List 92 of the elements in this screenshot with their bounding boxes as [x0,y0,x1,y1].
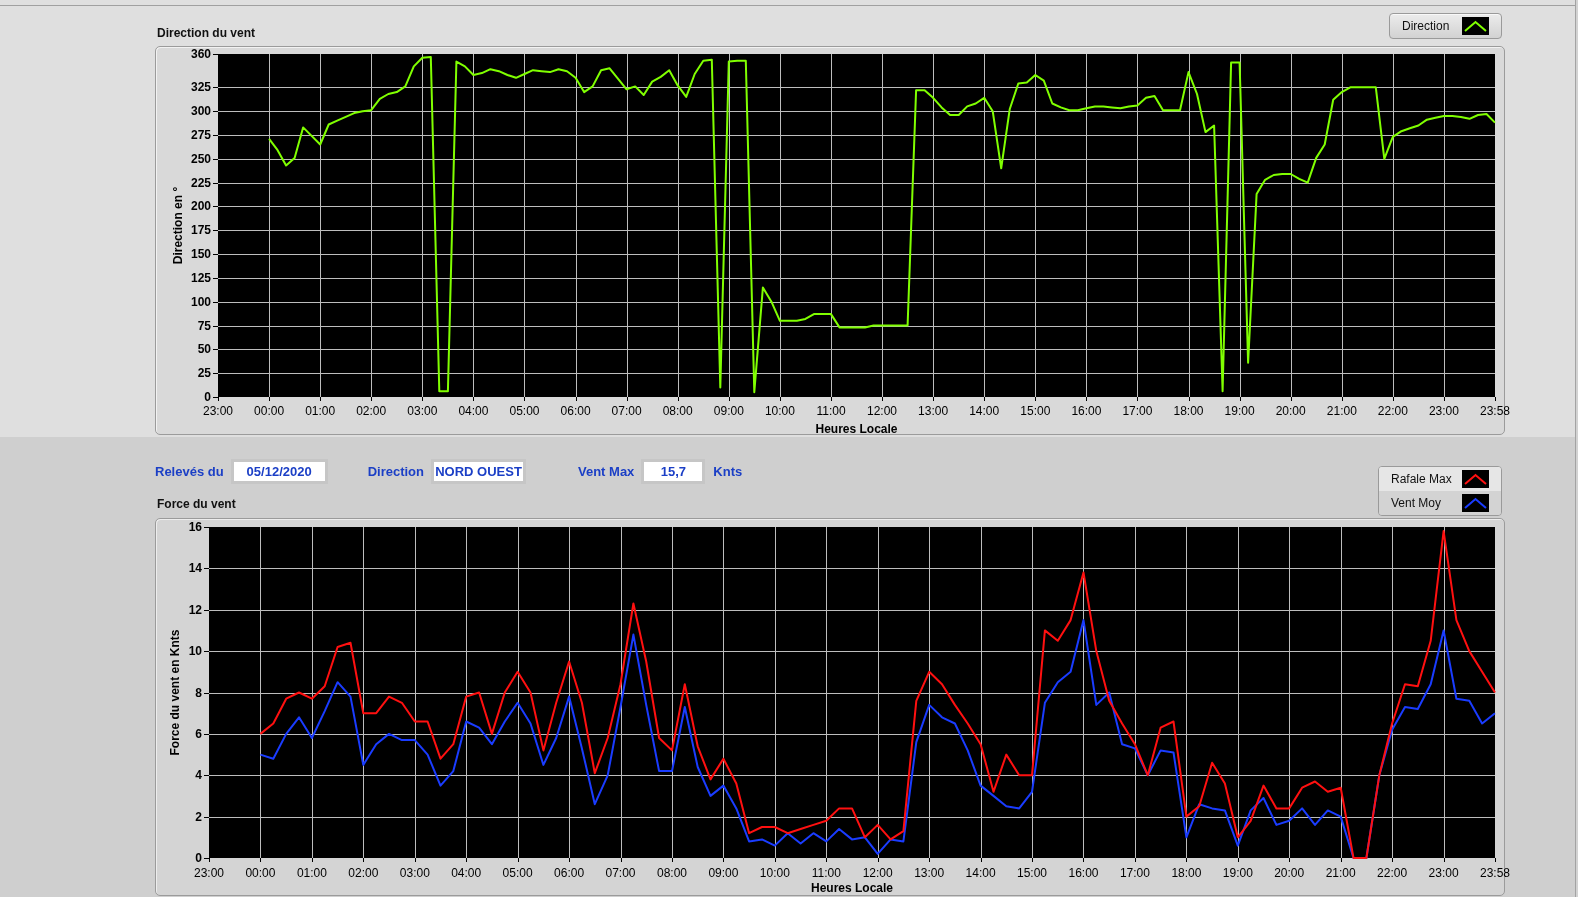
axis-tick-label: 75 [197,318,211,333]
axis-tick-label: 06:00 [554,866,585,880]
axis-tick-label: 25 [197,366,211,381]
axis-tick-label: 07:00 [605,866,636,880]
axis-tick-label: 02:00 [348,866,379,880]
axis-tick-label: 04:00 [458,404,489,418]
axis-tick-label: 17:00 [1119,866,1150,880]
axis-tick-label: 08:00 [657,866,687,880]
axis-tick-label: 23:00 [194,866,224,880]
axis-title: Heures Locale [811,881,893,895]
axis-tick-label: 05:00 [502,866,533,880]
axis-tick-label: 10:00 [764,404,795,418]
axis-tick-label: 13:00 [914,866,945,880]
legend-label: Vent Moy [1391,495,1442,512]
axis-title: Force du vent en Knts [168,629,182,756]
axis-tick-label: 8 [195,685,202,700]
axis-tick-label: 360 [190,47,211,61]
axis-tick-label: 22:00 [1377,866,1408,880]
axis-tick-label: 14:00 [965,866,996,880]
axis-tick-label: 06:00 [560,404,591,418]
axis-tick-label: 23:00 [1428,866,1459,880]
axis-tick-label: 03:00 [407,404,438,418]
axis-tick-label: 13:00 [918,404,949,418]
axis-tick-label: 17:00 [1122,404,1153,418]
axis-tick-label: 250 [190,151,211,166]
axis-tick-label: 23:58 [1480,866,1510,880]
axis-tick-label: 200 [190,199,211,214]
axis-tick-label: 125 [190,270,211,285]
axis-tick-label: 08:00 [662,404,693,418]
axis-tick-label: 04:00 [451,866,482,880]
axis-tick-label: 09:00 [708,866,739,880]
axis-title: Heures Locale [815,422,898,436]
axis-tick-label: 14 [188,561,202,576]
axis-tick-label: 15:00 [1020,404,1051,418]
axis-tick-label: 300 [190,104,211,119]
date-display: 05/12/2020 [230,459,328,484]
axis-tick-label: 23:58 [1480,404,1510,418]
axis-tick-label: 275 [190,128,211,142]
axis-tick-label: 16:00 [1068,866,1099,880]
chart-title: Force du vent [157,497,236,511]
axis-tick-label: 02:00 [356,404,387,418]
axis-tick-label: 12:00 [867,404,897,418]
legend-label: Rafale Max [1391,471,1452,488]
axis-tick-label: 0 [195,851,202,865]
axis-tick-label: 19:00 [1224,404,1255,418]
axis-tick-label: 03:00 [399,866,430,880]
chart-title: Direction du vent [157,26,255,40]
axis-tick-label: 225 [190,175,211,190]
axis-tick-label: 100 [190,294,211,309]
direction-display: NORD OUEST [431,459,526,484]
axis-tick-label: 50 [197,342,211,357]
axis-tick-label: 4 [195,768,202,783]
axis-tick-label: 05:00 [509,404,540,418]
axis-tick-label: 18:00 [1171,866,1202,880]
axis-title: Direction en ° [171,186,185,265]
unit-label: Knts [713,462,743,481]
axis-tick-label: 21:00 [1325,866,1356,880]
max-wind-display: 15,7 [641,459,706,484]
axis-tick-label: 11:00 [816,404,846,418]
axis-tick-label: 325 [190,80,211,95]
axis-tick-label: 175 [190,223,211,238]
field-label: Relevés du [155,462,224,481]
axis-tick-label: 20:00 [1275,404,1306,418]
axis-tick-label: 10:00 [759,866,790,880]
axis-tick-label: 23:00 [1428,404,1459,418]
axis-tick-label: 21:00 [1326,404,1357,418]
axis-tick-label: 6 [195,726,202,741]
axis-tick-label: 09:00 [713,404,744,418]
axis-tick-label: 19:00 [1222,866,1253,880]
axis-tick-label: 2 [195,809,202,824]
field-label: Direction [367,462,424,481]
axis-tick-label: 15:00 [1017,866,1047,880]
axis-tick-label: 23:00 [203,404,233,418]
axis-tick-label: 01:00 [305,404,336,418]
field-label: Vent Max [578,462,635,481]
legend-label: Direction [1402,18,1450,35]
axis-tick-label: 00:00 [245,866,276,880]
axis-tick-label: 12 [188,602,202,617]
axis-tick-label: 0 [204,390,211,404]
axis-tick-label: 11:00 [811,866,841,880]
axis-tick-label: 01:00 [296,866,327,880]
axis-tick-label: 14:00 [969,404,1000,418]
axis-tick-label: 22:00 [1377,404,1408,418]
axis-tick-label: 00:00 [254,404,285,418]
axis-tick-label: 16 [188,520,202,534]
axis-tick-label: 16:00 [1071,404,1102,418]
axis-tick-label: 150 [190,247,211,262]
axis-tick-label: 20:00 [1274,866,1305,880]
axis-tick-label: 10 [188,644,202,659]
axis-tick-label: 18:00 [1173,404,1204,418]
axis-tick-label: 12:00 [862,866,893,880]
axis-tick-label: 07:00 [611,404,642,418]
